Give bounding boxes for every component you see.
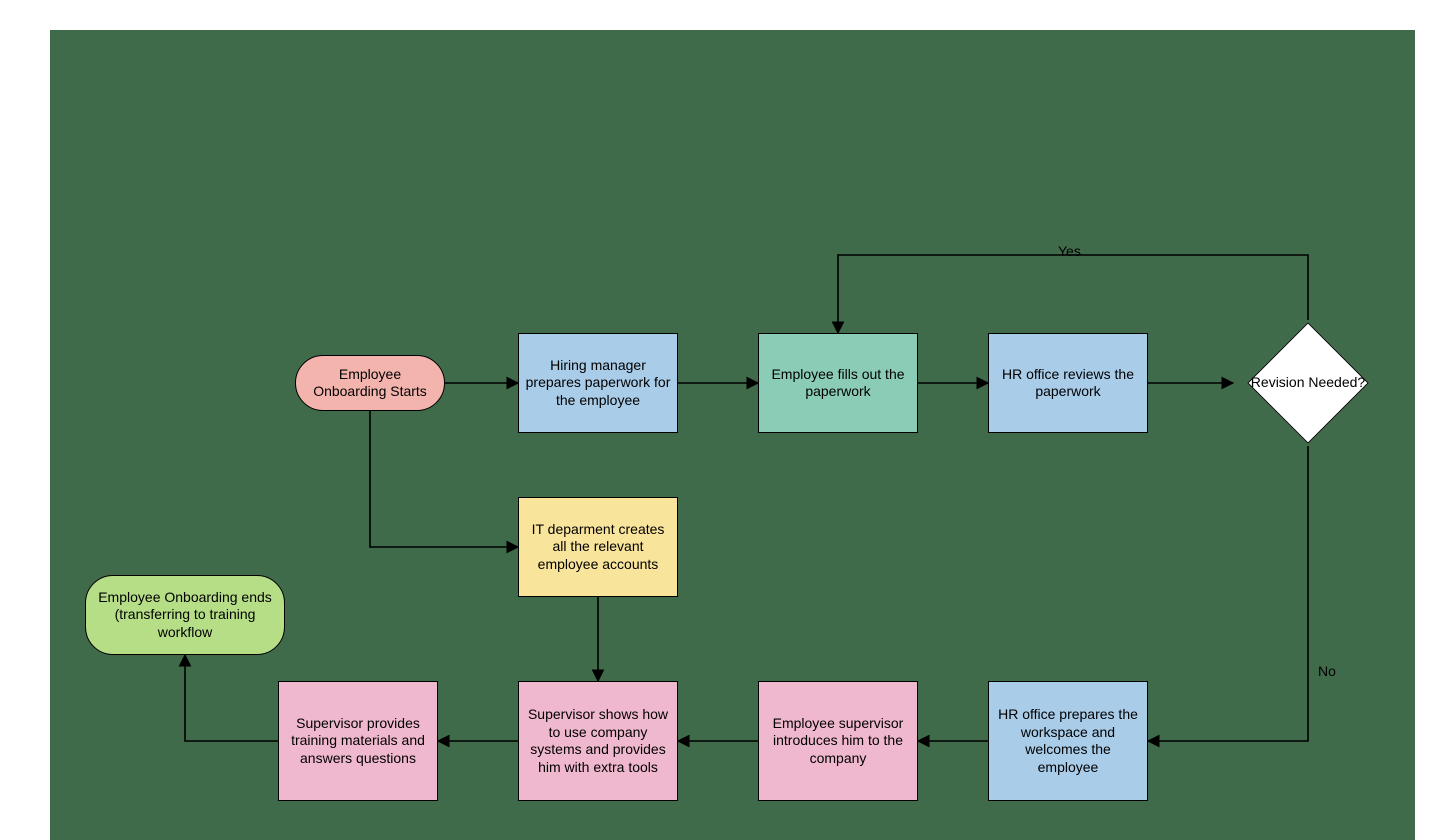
node-hr-prepares[interactable]: HR office prepares the workspace and wel… xyxy=(988,681,1148,801)
node-label: Employee fills out the paperwork xyxy=(765,366,911,401)
edge-label-yes: Yes xyxy=(1058,243,1081,259)
node-hiring-manager[interactable]: Hiring manager prepares paperwork for th… xyxy=(518,333,678,433)
flowchart-canvas: Employee Onboarding Starts Hiring manage… xyxy=(50,30,1415,840)
node-label: Employee supervisor introduces him to th… xyxy=(765,715,911,768)
node-supervisor-training[interactable]: Supervisor provides training materials a… xyxy=(278,681,438,801)
node-label: Supervisor shows how to use company syst… xyxy=(525,706,671,776)
node-supervisor-intro[interactable]: Employee supervisor introduces him to th… xyxy=(758,681,918,801)
node-label: Employee Onboarding ends (transferring t… xyxy=(92,589,278,642)
node-label: HR office reviews the paperwork xyxy=(995,366,1141,401)
edges-layer xyxy=(50,30,1415,840)
node-revision-decision[interactable]: Revision Needed? xyxy=(1248,323,1368,443)
node-hr-review[interactable]: HR office reviews the paperwork xyxy=(988,333,1148,433)
node-employee-fills[interactable]: Employee fills out the paperwork xyxy=(758,333,918,433)
node-label: HR office prepares the workspace and wel… xyxy=(995,706,1141,776)
node-start[interactable]: Employee Onboarding Starts xyxy=(295,355,445,411)
node-label: IT deparment creates all the relevant em… xyxy=(525,521,671,574)
node-end[interactable]: Employee Onboarding ends (transferring t… xyxy=(85,575,285,655)
node-label: Employee Onboarding Starts xyxy=(302,366,438,401)
node-supervisor-shows[interactable]: Supervisor shows how to use company syst… xyxy=(518,681,678,801)
node-label: Supervisor provides training materials a… xyxy=(285,715,431,768)
node-it-accounts[interactable]: IT deparment creates all the relevant em… xyxy=(518,497,678,597)
node-label: Hiring manager prepares paperwork for th… xyxy=(525,357,671,410)
edge-label-no: No xyxy=(1318,663,1336,679)
